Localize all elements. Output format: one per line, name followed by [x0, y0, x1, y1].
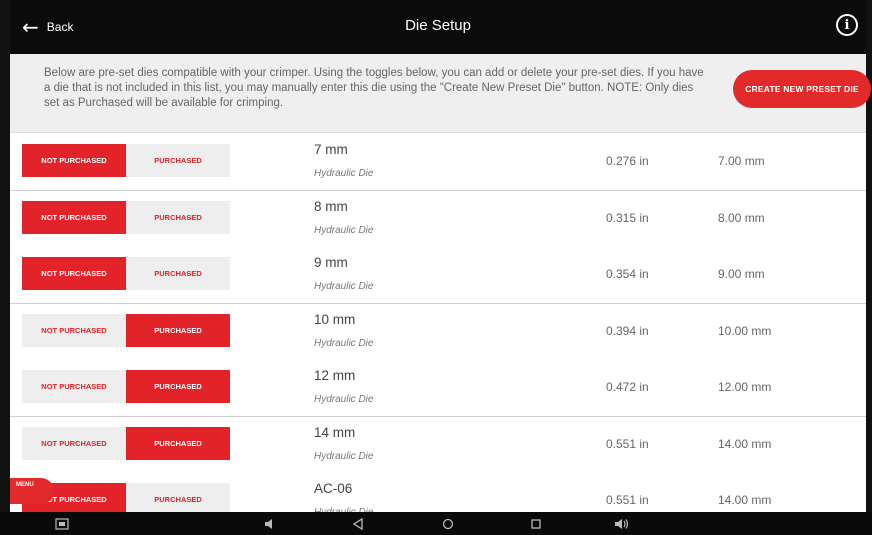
die-size: 14 mm	[314, 424, 356, 440]
die-size-inches: 0.551 in	[606, 493, 649, 507]
die-size-mm: 14.00 mm	[718, 436, 772, 451]
top-app-bar: ← Back Die Setup i	[10, 0, 866, 54]
die-size: 8 mm	[314, 198, 348, 214]
die-type: Hydraulic Die	[314, 394, 374, 405]
die-row: NOT PURCHASED PURCHASED 9 mm Hydraulic Die 0…	[10, 247, 866, 305]
volume-down-icon[interactable]	[262, 516, 278, 531]
not-purchased-option[interactable]: NOT PURCHASED	[22, 313, 126, 347]
not-purchased-option[interactable]: NOT PURCHASED	[22, 144, 126, 177]
die-type: Hydraulic Die	[314, 450, 374, 462]
device-bezel-left	[0, 0, 10, 535]
die-type: Hydraulic Die	[314, 337, 374, 349]
die-size: 7 mm	[314, 142, 348, 157]
die-size-inches: 0.551 in	[606, 436, 649, 451]
volume-up-icon[interactable]	[614, 516, 630, 531]
purchased-option[interactable]: PURCHASED	[126, 483, 230, 512]
create-new-preset-die-button[interactable]: CREATE NEW PRESET DIE	[733, 70, 871, 108]
purchase-toggle[interactable]: NOT PURCHASED PURCHASED	[22, 257, 230, 290]
screenshot-icon[interactable]	[54, 516, 70, 531]
die-size-inches: 0.472 in	[606, 380, 649, 394]
die-size-mm: 10.00 mm	[718, 323, 772, 338]
die-type: Hydraulic Die	[314, 281, 374, 292]
die-size: 12 mm	[314, 368, 356, 383]
purchased-option[interactable]: PURCHASED	[126, 200, 230, 234]
die-row: NOT PURCHASEDPURCHASEDAC-06Hydraulic Die…	[10, 473, 866, 512]
not-purchased-option[interactable]: NOT PURCHASED	[22, 426, 126, 460]
die-size-inches: 0.354 in	[606, 267, 649, 281]
die-size: AC-06	[314, 481, 353, 496]
purchased-option[interactable]: PURCHASED	[126, 370, 230, 403]
die-row: NOT PURCHASED PURCHASED 10 mm Hydraulic Die…	[10, 303, 866, 362]
die-size-inches: 0.394 in	[606, 323, 649, 338]
die-size: 9 mm	[314, 255, 348, 270]
menu-tab[interactable]: MENU	[10, 478, 54, 504]
purchased-option[interactable]: PURCHASED	[126, 426, 230, 460]
die-row: NOT PURCHASED PURCHASED 14 mm Hydraulic Die…	[10, 416, 866, 475]
die-size-mm: 12.00 mm	[718, 380, 772, 394]
purchase-toggle[interactable]: NOT PURCHASED PURCHASED	[22, 144, 230, 177]
not-purchased-option[interactable]: NOT PURCHASED	[22, 200, 126, 234]
die-size-mm: 8.00 mm	[718, 210, 765, 225]
purchase-toggle[interactable]: NOT PURCHASED PURCHASED	[22, 200, 230, 234]
purchase-toggle[interactable]: NOT PURCHASED PURCHASED	[22, 370, 230, 403]
die-type: Hydraulic Die	[314, 168, 374, 179]
die-size-inches: 0.315 in	[606, 210, 649, 225]
not-purchased-option[interactable]: NOT PURCHASED	[22, 370, 126, 403]
purchased-option[interactable]: PURCHASED	[126, 144, 230, 177]
die-row: NOT PURCHASED PURCHASED 12 mm Hydraulic Die…	[10, 360, 866, 418]
system-nav-bar	[0, 512, 872, 535]
die-size-mm: 14.00 mm	[718, 493, 772, 507]
die-list: NOT PURCHASED PURCHASED 7 mm Hydraulic Die 0…	[10, 134, 866, 512]
page-title: Die Setup	[405, 17, 471, 34]
recents-square-icon[interactable]	[528, 516, 544, 531]
purchased-option[interactable]: PURCHASED	[126, 257, 230, 290]
purchased-option[interactable]: PURCHASED	[126, 313, 230, 347]
back-triangle-icon[interactable]	[350, 516, 366, 531]
instructions-text: Below are pre-set dies compatible with y…	[44, 67, 704, 109]
die-size-mm: 9.00 mm	[718, 267, 765, 281]
not-purchased-option[interactable]: NOT PURCHASED	[22, 257, 126, 290]
info-icon[interactable]: i	[836, 14, 858, 36]
home-circle-icon[interactable]	[440, 516, 456, 531]
purchase-toggle[interactable]: NOT PURCHASED PURCHASED	[22, 426, 230, 460]
die-row: NOT PURCHASED PURCHASED 8 mm Hydraulic Die 0…	[10, 190, 866, 249]
die-row: NOT PURCHASED PURCHASED 7 mm Hydraulic Die 0…	[10, 134, 866, 192]
die-size: 10 mm	[314, 311, 356, 327]
die-size-mm: 7.00 mm	[718, 154, 765, 168]
die-size-inches: 0.276 in	[606, 154, 649, 168]
purchase-toggle[interactable]: NOT PURCHASED PURCHASED	[22, 313, 230, 347]
die-type: Hydraulic Die	[314, 224, 374, 236]
